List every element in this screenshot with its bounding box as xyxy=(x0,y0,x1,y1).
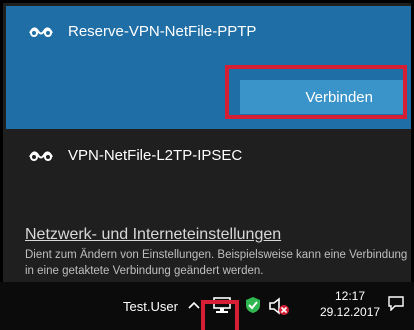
chevron-up-icon[interactable] xyxy=(186,297,202,313)
network-flyout: Reserve-VPN-NetFile-PPTP Verbinden VPN-N… xyxy=(0,0,414,330)
vpn-selected-row[interactable]: Reserve-VPN-NetFile-PPTP xyxy=(6,6,411,56)
clock-time: 12:17 xyxy=(334,289,366,303)
network-icon-highlight xyxy=(201,300,239,330)
vpn-item[interactable]: VPN-NetFile-L2TP-IPSEC xyxy=(6,133,411,177)
vpn-item-name: VPN-NetFile-L2TP-IPSEC xyxy=(68,146,243,164)
network-settings-description: Dient zum Ändern von Einstellungen. Beis… xyxy=(25,249,408,277)
vpn-icon xyxy=(28,21,54,41)
volume-muted-icon[interactable] xyxy=(268,296,290,316)
notification-icon[interactable] xyxy=(388,295,404,312)
connect-button[interactable]: Verbinden xyxy=(240,80,403,114)
network-settings-link[interactable]: Netzwerk- und Interneteinstellungen xyxy=(25,226,410,244)
network-settings: Netzwerk- und Interneteinstellungen Dien… xyxy=(25,226,410,279)
clock[interactable]: 12:17 29.12.2017 xyxy=(320,288,380,320)
vpn-selected-name: Reserve-VPN-NetFile-PPTP xyxy=(68,22,257,40)
vpn-icon xyxy=(28,145,54,165)
clock-date: 29.12.2017 xyxy=(320,305,381,319)
taskbar-user[interactable]: Test.User xyxy=(123,299,178,314)
defender-shield-icon[interactable] xyxy=(244,296,262,314)
